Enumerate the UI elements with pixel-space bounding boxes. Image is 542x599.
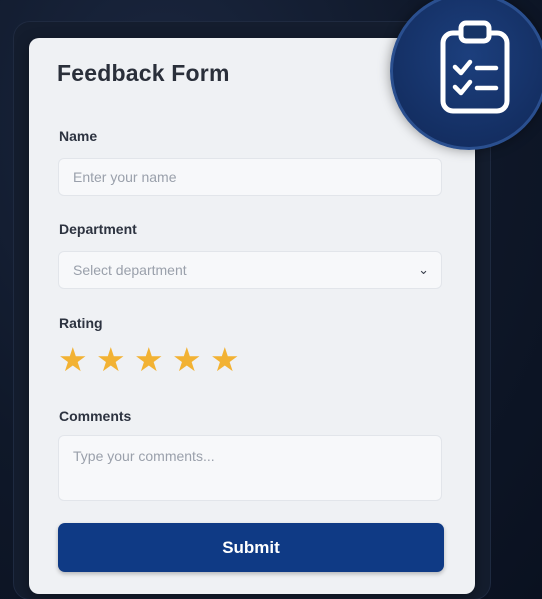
star-rating[interactable]: ★ ★ ★ ★ ★ <box>58 343 242 376</box>
name-input[interactable]: Enter your name <box>58 158 442 196</box>
star-icon[interactable]: ★ <box>172 343 204 376</box>
department-select-value: Select department <box>73 262 187 278</box>
star-icon[interactable]: ★ <box>58 343 90 376</box>
form-title: Feedback Form <box>57 60 230 86</box>
star-icon[interactable]: ★ <box>134 343 166 376</box>
rating-label: Rating <box>59 315 103 331</box>
chevron-down-icon: ⌄ <box>418 262 429 277</box>
comments-textarea[interactable]: Type your comments... <box>58 435 442 501</box>
star-icon[interactable]: ★ <box>210 343 242 376</box>
department-select[interactable]: Select department ⌄ <box>58 251 442 289</box>
star-icon[interactable]: ★ <box>96 343 128 376</box>
clipboard-checklist-icon <box>440 20 510 114</box>
comments-label: Comments <box>59 408 132 424</box>
name-label: Name <box>59 128 98 144</box>
comments-placeholder: Type your comments... <box>73 448 215 464</box>
clipboard-badge <box>390 0 542 150</box>
department-label: Department <box>59 221 137 237</box>
name-input-placeholder: Enter your name <box>73 169 177 185</box>
submit-button[interactable]: Submit <box>58 523 444 572</box>
